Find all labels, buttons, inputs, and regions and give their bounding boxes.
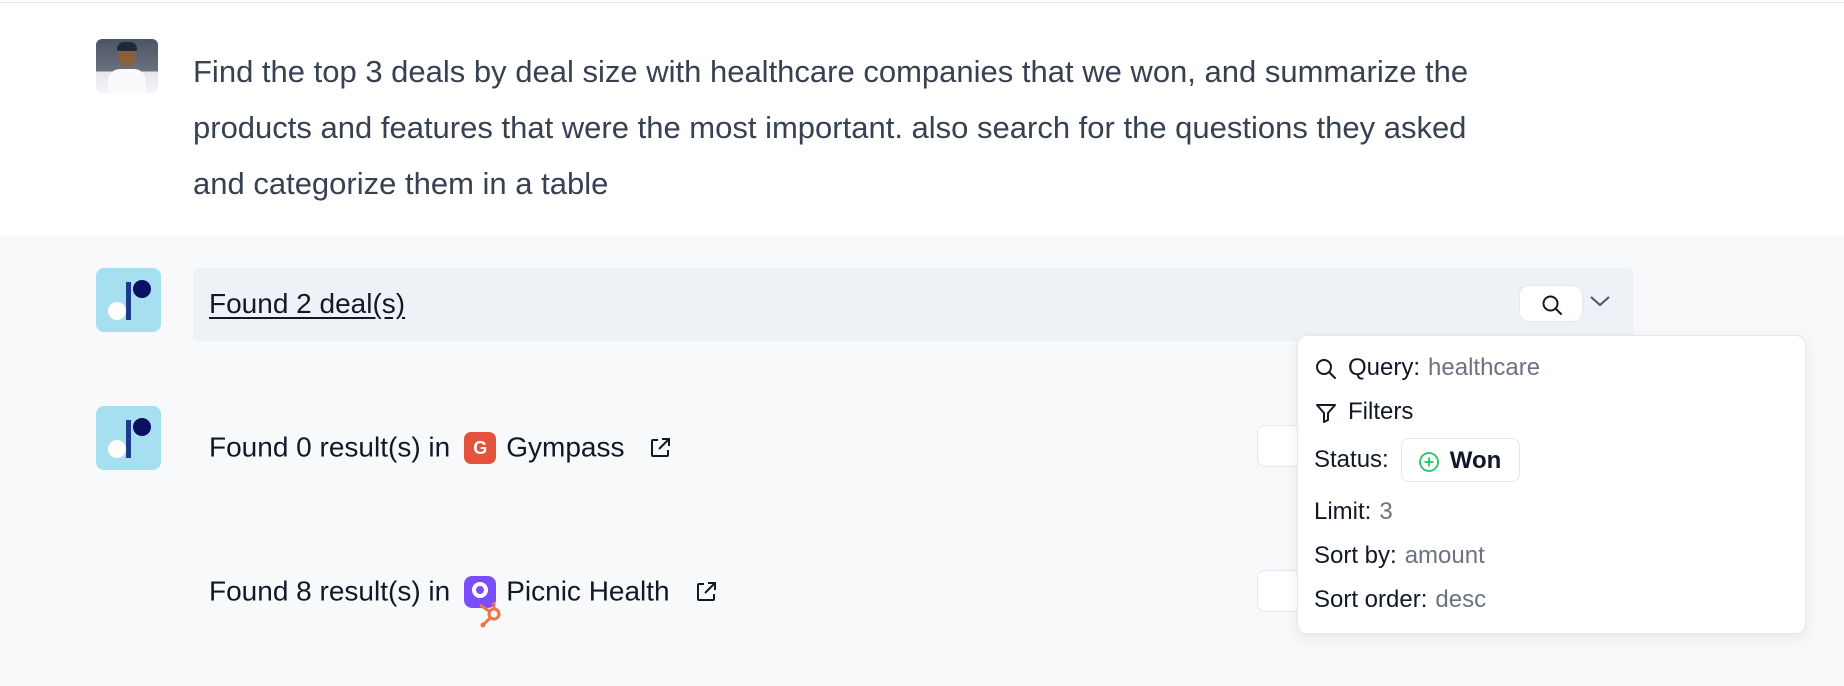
result-count-text: Found 8 result(s) in [209,575,451,607]
sort-by-value: amount [1404,542,1485,569]
search-details-popover: Query: healthcare Filters Status: Won Lim… [1297,335,1806,634]
external-link-icon[interactable] [648,436,672,460]
sort-order-value: desc [1435,586,1487,613]
query-value: healthcare [1428,354,1541,381]
sort-order-label: Sort order: [1314,586,1428,613]
hubspot-icon [479,601,501,628]
external-link-icon[interactable] [694,580,718,604]
search-icon [1316,358,1336,379]
query-row: Query: healthcare [1314,354,1540,382]
user-message-text: Find the top 3 deals by deal size with h… [193,54,1469,201]
status-label: Status: [1314,446,1389,473]
deals-card: Found 2 deal(s) [193,268,1633,341]
status-row: Status: Won [1314,438,1521,482]
limit-row: Limit: 3 [1314,498,1393,526]
sort-by-label: Sort by: [1314,542,1397,569]
limit-value: 3 [1379,498,1393,525]
search-icon [1542,295,1562,315]
plus-circle-icon [1418,451,1439,472]
gympass-logo: G [464,431,497,464]
picnic-health-logo [464,575,501,628]
chevron-down-icon[interactable] [1589,294,1611,308]
user-avatar [96,39,158,93]
filters-row: Filters [1314,398,1413,426]
result-row-gympass: Found 0 result(s) in G Gympass [209,430,672,464]
result-count-text: Found 0 result(s) in [209,431,451,463]
search-button[interactable] [1519,285,1583,322]
assistant-avatar [96,406,161,470]
status-badge: Won [1400,438,1521,482]
company-name: Gympass [506,431,625,463]
sort-by-row: Sort by: amount [1314,542,1485,570]
company-name: Picnic Health [506,575,670,607]
status-value: Won [1449,447,1502,474]
user-message: Find the top 3 deals by deal size with h… [0,3,1844,235]
sort-order-row: Sort order: desc [1314,586,1486,614]
filters-label: Filters [1348,398,1414,425]
filter-icon [1316,403,1336,423]
query-label: Query: [1348,354,1421,381]
limit-label: Limit: [1314,498,1372,525]
result-row-picnic-health: Found 8 result(s) in Picnic Health [209,574,718,628]
deals-title-link[interactable]: Found 2 deal(s) [209,288,405,320]
assistant-avatar [96,268,161,332]
